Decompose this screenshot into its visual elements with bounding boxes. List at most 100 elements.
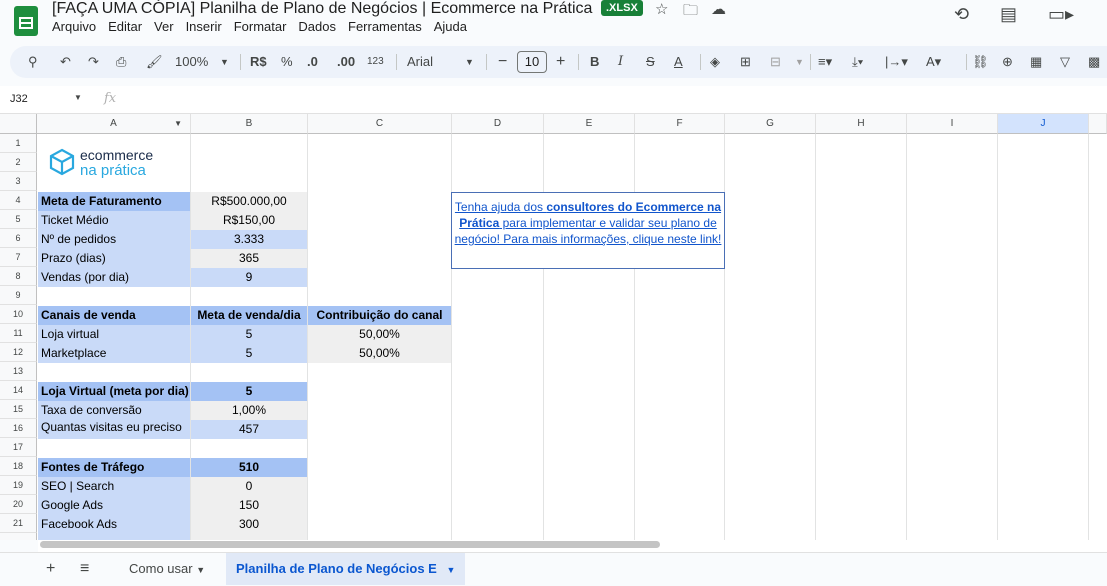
loja-virtual-label[interactable]: Loja virtual bbox=[38, 325, 190, 344]
row-header[interactable]: 16 bbox=[0, 419, 37, 438]
loja-meta-header-value[interactable]: 5 bbox=[191, 382, 307, 401]
menu-dados[interactable]: Dados bbox=[298, 19, 336, 34]
add-sheet-icon[interactable]: + bbox=[46, 560, 55, 578]
row-header[interactable]: 14 bbox=[0, 381, 37, 400]
zoom-chevron-down-icon[interactable]: ▼ bbox=[220, 46, 229, 78]
meta-faturamento-value[interactable]: R$500.000,00 bbox=[191, 192, 307, 211]
cloud-status-icon[interactable]: ☁ bbox=[711, 0, 726, 18]
visitas-label[interactable]: Quantas visitas eu preciso bbox=[38, 420, 190, 439]
horizontal-align-icon[interactable]: ≡▾ bbox=[818, 46, 832, 78]
prazo-label[interactable]: Prazo (dias) bbox=[38, 249, 190, 268]
font-family-select[interactable]: Arial bbox=[407, 46, 433, 78]
sheet-tab-como-usar[interactable]: Como usar ▼ bbox=[119, 553, 215, 585]
spreadsheet-grid[interactable]: A ▼ B C D E F G H I J 1 2 3 4 5 6 7 8 9 1… bbox=[0, 114, 1107, 540]
canais-header-label[interactable]: Canais de venda bbox=[38, 306, 190, 325]
row-header[interactable]: 2 bbox=[0, 153, 37, 172]
consultores-link-box[interactable]: Tenha ajuda dos consultores do Ecommerce… bbox=[451, 192, 725, 269]
column-header-d[interactable]: D bbox=[452, 114, 544, 134]
fontes-header-value[interactable]: 510 bbox=[191, 458, 307, 477]
name-box-chevron-down-icon[interactable]: ▼ bbox=[74, 93, 82, 102]
menu-inserir[interactable]: Inserir bbox=[186, 19, 222, 34]
row-header[interactable]: 6 bbox=[0, 229, 37, 248]
undo-icon[interactable]: ↶ bbox=[60, 46, 71, 78]
row-header[interactable] bbox=[0, 533, 37, 540]
row-header[interactable]: 7 bbox=[0, 248, 37, 267]
menu-formatar[interactable]: Formatar bbox=[234, 19, 287, 34]
merge-cells-icon[interactable]: ⊟ bbox=[770, 46, 781, 78]
facebook-ads-value[interactable]: 300 bbox=[191, 515, 307, 534]
row-header[interactable]: 3 bbox=[0, 172, 37, 191]
row-header[interactable]: 18 bbox=[0, 457, 37, 476]
decrease-decimal-button[interactable]: .0 bbox=[307, 46, 318, 78]
menu-editar[interactable]: Editar bbox=[108, 19, 142, 34]
zoom-select[interactable]: 100% bbox=[175, 46, 208, 78]
decrease-font-size-icon[interactable]: − bbox=[498, 46, 507, 78]
marketplace-label[interactable]: Marketplace bbox=[38, 344, 190, 363]
loja-meta-header-label[interactable]: Loja Virtual (meta por dia) bbox=[38, 382, 190, 401]
marketplace-meta[interactable]: 5 bbox=[191, 344, 307, 363]
menu-ver[interactable]: Ver bbox=[154, 19, 174, 34]
search-menus-icon[interactable]: ⚲ bbox=[28, 46, 38, 78]
row-header[interactable]: 12 bbox=[0, 343, 37, 362]
font-size-input[interactable]: 10 bbox=[517, 51, 547, 73]
google-ads-label[interactable]: Google Ads bbox=[38, 496, 190, 515]
menu-arquivo[interactable]: Arquivo bbox=[52, 19, 96, 34]
row-header[interactable]: 21 bbox=[0, 514, 37, 533]
currency-format-button[interactable]: R$ bbox=[250, 46, 267, 78]
horizontal-scrollbar-thumb[interactable] bbox=[40, 541, 660, 548]
row-header[interactable]: 13 bbox=[0, 362, 37, 381]
increase-decimal-button[interactable]: .00 bbox=[337, 46, 355, 78]
fontes-header-label[interactable]: Fontes de Tráfego bbox=[38, 458, 190, 477]
row-header[interactable]: 1 bbox=[0, 134, 37, 153]
comments-icon[interactable]: ▤ bbox=[1000, 4, 1017, 25]
sheets-logo-icon[interactable] bbox=[14, 6, 38, 36]
vendas-dia-label[interactable]: Vendas (por dia) bbox=[38, 268, 190, 287]
select-all-corner[interactable] bbox=[0, 114, 37, 134]
strikethrough-icon[interactable]: S bbox=[646, 46, 655, 78]
pedidos-label[interactable]: Nº de pedidos bbox=[38, 230, 190, 249]
document-title[interactable]: [FAÇA UMA CÓPIA] Planilha de Plano de Ne… bbox=[52, 0, 592, 18]
column-header-b[interactable]: B bbox=[191, 114, 308, 134]
column-header-h[interactable]: H bbox=[816, 114, 907, 134]
taxa-conversao-label[interactable]: Taxa de conversão bbox=[38, 401, 190, 420]
canais-header-meta[interactable]: Meta de venda/dia bbox=[191, 306, 307, 325]
row-header[interactable]: 5 bbox=[0, 210, 37, 229]
ticket-medio-label[interactable]: Ticket Médio bbox=[38, 211, 190, 230]
vertical-align-icon[interactable]: ⤓▾ bbox=[852, 46, 863, 78]
fill-color-icon[interactable]: ◈ bbox=[710, 46, 720, 78]
column-header-j[interactable]: J bbox=[998, 114, 1089, 134]
ticket-medio-value[interactable]: R$150,00 bbox=[191, 211, 307, 230]
prazo-value[interactable]: 365 bbox=[191, 249, 307, 268]
row-header[interactable]: 9 bbox=[0, 286, 37, 305]
row-header[interactable]: 10 bbox=[0, 305, 37, 324]
row-header[interactable]: 20 bbox=[0, 495, 37, 514]
text-color-icon[interactable]: A bbox=[674, 46, 683, 78]
percent-format-button[interactable]: % bbox=[281, 46, 293, 78]
move-folder-icon[interactable]: 🗀 bbox=[683, 0, 698, 25]
merge-chevron-down-icon[interactable]: ▼ bbox=[795, 46, 804, 78]
paint-format-icon[interactable]: 🖌 bbox=[146, 46, 163, 78]
row-header[interactable]: 19 bbox=[0, 476, 37, 495]
column-header-c[interactable]: C bbox=[308, 114, 452, 134]
visitas-value[interactable]: 457 bbox=[191, 420, 307, 439]
number-format-button[interactable]: 123 bbox=[367, 46, 384, 78]
row-header[interactable]: 11 bbox=[0, 324, 37, 343]
italic-icon[interactable]: I bbox=[618, 46, 623, 78]
row-header[interactable]: 17 bbox=[0, 438, 37, 457]
column-header-next[interactable] bbox=[1089, 114, 1107, 134]
pedidos-value[interactable]: 3.333 bbox=[191, 230, 307, 249]
text-rotation-icon[interactable]: A▾ bbox=[926, 46, 941, 78]
google-ads-value[interactable]: 150 bbox=[191, 496, 307, 515]
marketplace-contrib[interactable]: 50,00% bbox=[308, 344, 451, 363]
all-sheets-icon[interactable]: ≡ bbox=[80, 560, 89, 578]
column-header-a[interactable]: A ▼ bbox=[37, 114, 191, 134]
print-icon[interactable]: ⎙ bbox=[116, 46, 126, 78]
insert-link-icon[interactable]: ⛓ bbox=[972, 46, 989, 78]
row-header[interactable]: 15 bbox=[0, 400, 37, 419]
redo-icon[interactable]: ↷ bbox=[88, 46, 99, 78]
row-header[interactable]: 4 bbox=[0, 191, 37, 210]
history-icon[interactable]: ⟲ bbox=[954, 4, 969, 25]
filter-views-icon[interactable]: ▩ bbox=[1088, 46, 1100, 78]
star-icon[interactable]: ☆ bbox=[655, 0, 668, 18]
column-header-g[interactable]: G bbox=[725, 114, 816, 134]
